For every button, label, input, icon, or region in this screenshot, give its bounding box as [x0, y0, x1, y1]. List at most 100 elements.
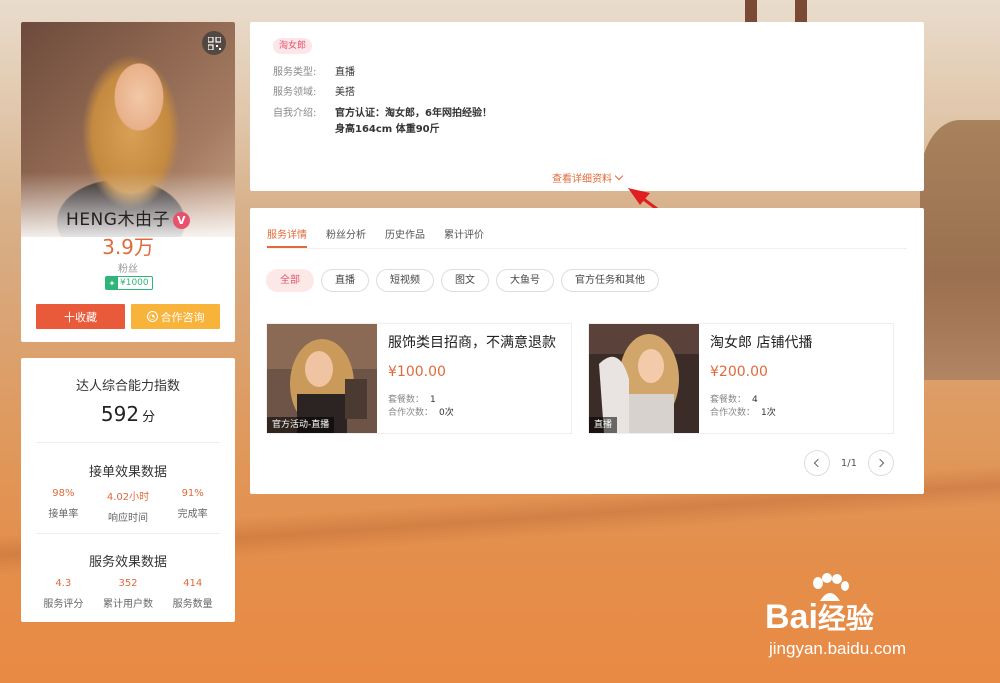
filter-live[interactable]: 直播	[321, 269, 369, 292]
product-card[interactable]: 直播 淘女郎 店铺代播 ¥200.00 套餐数： 4 合作次数： 1次	[588, 323, 894, 434]
product-price: ¥200.00	[710, 364, 768, 380]
fans-label: 粉丝	[118, 264, 138, 275]
tab-fan-analysis[interactable]: 粉丝分析	[326, 226, 366, 248]
metric-label: 服务数量	[172, 599, 213, 610]
metric-label: 服务评分	[43, 599, 84, 610]
tab-history-works[interactable]: 历史作品	[385, 226, 425, 248]
product-title[interactable]: 服饰类目招商，不满意退款	[388, 332, 556, 352]
profile-name-row: HENG木由子 V	[21, 205, 235, 230]
metric-completion-rate: 91% 完成率	[160, 488, 225, 524]
meta-value: 1	[430, 395, 436, 405]
ability-score-value: 592	[100, 402, 140, 426]
stats-divider	[36, 442, 220, 443]
ability-score: 592 分	[21, 402, 235, 426]
level-badge: ✦ ¥1000	[105, 276, 153, 290]
metric-total-users: 352 累计用户数	[96, 578, 161, 610]
service-effect-metrics: 4.3 服务评分 352 累计用户数 414 服务数量	[31, 578, 225, 610]
watermark-brand-suffix: 经验	[817, 603, 874, 634]
identity-tag: 淘女郎	[273, 38, 313, 54]
filter-official-tasks[interactable]: 官方任务和其他	[561, 269, 659, 292]
service-card: 服务详情 粉丝分析 历史作品 累计评价 全部 直播 短视频 图文 大鱼号 官方任…	[250, 208, 924, 494]
watermark-brand-text: Bai	[765, 598, 818, 636]
meta-label: 合作次数：	[710, 408, 756, 418]
product-orders: 合作次数： 0次	[388, 405, 454, 418]
follow-button[interactable]: 十收藏	[36, 304, 125, 329]
product-title[interactable]: 淘女郎 店铺代播	[710, 332, 812, 352]
background-hill	[920, 120, 1000, 380]
watermark-brand: Bai经验	[765, 597, 874, 637]
profile-name: HENG木由子	[66, 210, 170, 230]
metric-label: 累计用户数	[103, 599, 153, 610]
view-details-link[interactable]: 查看详细资料	[250, 170, 924, 185]
info-row-service-type: 服务类型: 直播	[273, 65, 355, 81]
tab-service-details[interactable]: 服务详情	[267, 226, 307, 248]
ability-title: 达人综合能力指数	[75, 379, 180, 394]
info-key: 服务类型:	[273, 67, 317, 78]
filter-short-video[interactable]: 短视频	[376, 269, 434, 292]
metric-response-time: 4.02小时 响应时间	[96, 488, 161, 524]
verified-icon: V	[172, 212, 190, 229]
stats-divider	[36, 533, 220, 534]
metric-value: 91%	[181, 488, 204, 499]
metric-label: 响应时间	[108, 513, 148, 524]
page-indicator: 1/1	[840, 457, 857, 469]
info-value-line2: 身高164cm 体重90斤	[335, 124, 440, 135]
meta-value: 0次	[439, 408, 454, 418]
info-value: 直播	[335, 67, 355, 78]
meta-value: 1次	[761, 408, 776, 418]
meta-label: 套餐数：	[388, 395, 425, 405]
order-effect-title: 接单效果数据	[88, 465, 167, 480]
profile-card: HENG木由子 V 3.9万 粉丝 ✦ ¥1000 十收藏 ◔ 合作咨询	[21, 22, 235, 342]
meta-label: 套餐数：	[710, 395, 747, 405]
prev-page-button[interactable]	[803, 450, 830, 476]
filter-chips: 全部 直播 短视频 图文 大鱼号 官方任务和其他	[266, 269, 666, 292]
info-value: 官方认证：淘女郎，6年网拍经验！	[335, 108, 492, 119]
metric-value: 98%	[52, 488, 75, 499]
level-badge-text: ¥1000	[120, 278, 149, 288]
thumbnail-label: 官方活动-直播	[267, 417, 335, 433]
qr-code-button[interactable]	[202, 31, 226, 55]
tabs-divider	[267, 248, 907, 249]
metric-value: 4.3	[55, 578, 72, 589]
info-key: 自我介绍:	[273, 108, 317, 119]
product-thumbnail[interactable]: 直播	[589, 324, 699, 433]
thumbnail-label: 直播	[589, 417, 618, 433]
product-card[interactable]: 官方活动-直播 服饰类目招商，不满意退款 ¥100.00 套餐数： 1 合作次数：…	[266, 323, 572, 434]
filter-dayu[interactable]: 大鱼号	[496, 269, 554, 292]
info-row-intro: 自我介绍: 官方认证：淘女郎，6年网拍经验！ 身高164cm 体重90斤	[273, 106, 492, 138]
product-packages: 套餐数： 1	[388, 392, 436, 405]
product-packages: 套餐数： 4	[710, 392, 758, 405]
baidu-jingyan-watermark: Bai经验 jingyan.baidu.com	[765, 573, 965, 668]
service-effect-title: 服务效果数据	[88, 555, 167, 570]
meta-label: 合作次数：	[388, 408, 434, 418]
metric-service-score: 4.3 服务评分	[31, 578, 96, 610]
filter-graphic[interactable]: 图文	[441, 269, 489, 292]
info-key: 服务领域:	[273, 87, 317, 98]
order-effect-metrics: 98% 接单率 4.02小时 响应时间 91% 完成率	[31, 488, 225, 524]
filter-all[interactable]: 全部	[266, 269, 314, 292]
metric-value: 352	[118, 578, 138, 589]
info-value: 美搭	[335, 87, 355, 98]
info-card: 淘女郎 服务类型: 直播 服务领域: 美搭 自我介绍: 官方认证：淘女郎，6年网…	[250, 22, 924, 191]
fans-count: 3.9万	[102, 235, 154, 259]
metric-value: 4.02小时	[106, 492, 150, 503]
arrow-left-icon	[814, 458, 823, 468]
level-icon: ✦	[106, 277, 118, 289]
metric-label: 接单率	[48, 509, 79, 520]
product-price: ¥100.00	[388, 364, 446, 380]
consult-button[interactable]: ◔ 合作咨询	[131, 304, 220, 329]
chevron-down-icon	[614, 171, 624, 181]
view-details-label: 查看详细资料	[552, 174, 612, 185]
stats-card: 达人综合能力指数 592 分 接单效果数据 98% 接单率 4.02小时 响应时间…	[21, 358, 235, 622]
meta-value: 4	[752, 395, 758, 405]
pagination: 1/1	[803, 450, 894, 476]
tab-reviews[interactable]: 累计评价	[444, 226, 484, 248]
metric-accept-rate: 98% 接单率	[31, 488, 96, 524]
watermark-url: jingyan.baidu.com	[769, 639, 907, 658]
metric-service-count: 414 服务数量	[160, 578, 225, 610]
consult-icon: ◔	[146, 311, 158, 322]
next-page-button[interactable]	[868, 450, 894, 476]
product-thumbnail[interactable]: 官方活动-直播	[267, 324, 377, 433]
consult-button-label: 合作咨询	[160, 310, 205, 324]
metric-value: 414	[183, 578, 203, 589]
